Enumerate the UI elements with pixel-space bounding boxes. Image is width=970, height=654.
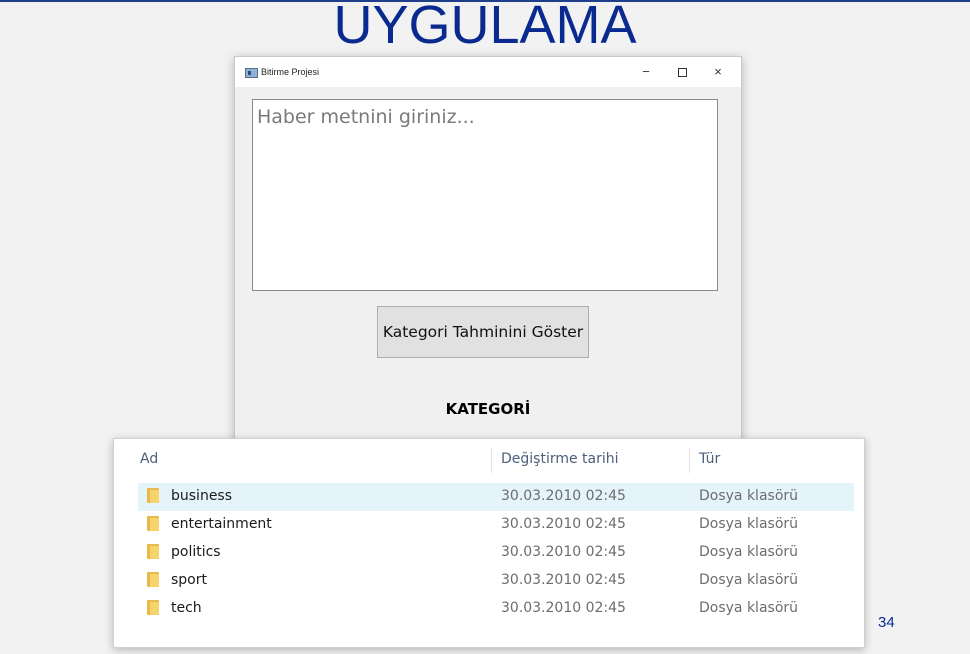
folder-modified: 30.03.2010 02:45 bbox=[501, 488, 626, 504]
folder-type: Dosya klasörü bbox=[699, 516, 799, 532]
folder-type: Dosya klasörü bbox=[699, 600, 799, 616]
column-header-type[interactable]: Tür bbox=[699, 451, 720, 467]
folder-row-tech[interactable]: tech 30.03.2010 02:45 Dosya klasörü bbox=[138, 595, 854, 623]
folder-modified: 30.03.2010 02:45 bbox=[501, 572, 626, 588]
folder-name: tech bbox=[171, 600, 202, 616]
column-divider[interactable] bbox=[689, 448, 690, 473]
folder-type: Dosya klasörü bbox=[699, 572, 799, 588]
window-title: Bitirme Projesi bbox=[261, 67, 320, 77]
window-titlebar[interactable]: Bitirme Projesi − × bbox=[235, 57, 741, 87]
minimize-button[interactable]: − bbox=[631, 63, 661, 81]
folder-name: politics bbox=[171, 544, 221, 560]
folder-icon bbox=[147, 488, 159, 503]
slide-title: UYGULAMA bbox=[333, 0, 637, 55]
maximize-icon bbox=[677, 68, 687, 78]
folder-row-politics[interactable]: politics 30.03.2010 02:45 Dosya klasörü bbox=[138, 539, 854, 567]
folder-name: entertainment bbox=[171, 516, 272, 532]
slide-page-number: 34 bbox=[878, 614, 895, 631]
app-window: Bitirme Projesi − × Kategori Tahminini G… bbox=[234, 56, 742, 458]
column-header-modified[interactable]: Değiştirme tarihi bbox=[501, 451, 619, 467]
folder-modified: 30.03.2010 02:45 bbox=[501, 544, 626, 560]
news-text-input[interactable] bbox=[252, 99, 718, 291]
folder-icon bbox=[147, 544, 159, 559]
category-result-label: KATEGORİ bbox=[445, 400, 531, 418]
maximize-button[interactable] bbox=[667, 63, 697, 81]
folder-name: business bbox=[171, 488, 233, 504]
app-window-icon bbox=[245, 68, 258, 78]
folder-modified: 30.03.2010 02:45 bbox=[501, 600, 626, 616]
column-divider[interactable] bbox=[491, 448, 492, 473]
folder-icon bbox=[147, 572, 159, 587]
folder-type: Dosya klasörü bbox=[699, 488, 799, 504]
column-header-name[interactable]: Ad bbox=[140, 451, 158, 467]
folder-name: sport bbox=[171, 572, 207, 588]
predict-category-button[interactable]: Kategori Tahminini Göster bbox=[377, 306, 589, 358]
folder-icon bbox=[147, 600, 159, 615]
folder-row-entertainment[interactable]: entertainment 30.03.2010 02:45 Dosya kla… bbox=[138, 511, 854, 539]
close-button[interactable]: × bbox=[703, 63, 733, 81]
file-explorer-list: Ad Değiştirme tarihi Tür business 30.03.… bbox=[113, 438, 865, 648]
folder-row-sport[interactable]: sport 30.03.2010 02:45 Dosya klasörü bbox=[138, 567, 854, 595]
folder-row-business[interactable]: business 30.03.2010 02:45 Dosya klasörü bbox=[138, 483, 854, 511]
folder-type: Dosya klasörü bbox=[699, 544, 799, 560]
folder-icon bbox=[147, 516, 159, 531]
folder-modified: 30.03.2010 02:45 bbox=[501, 516, 626, 532]
